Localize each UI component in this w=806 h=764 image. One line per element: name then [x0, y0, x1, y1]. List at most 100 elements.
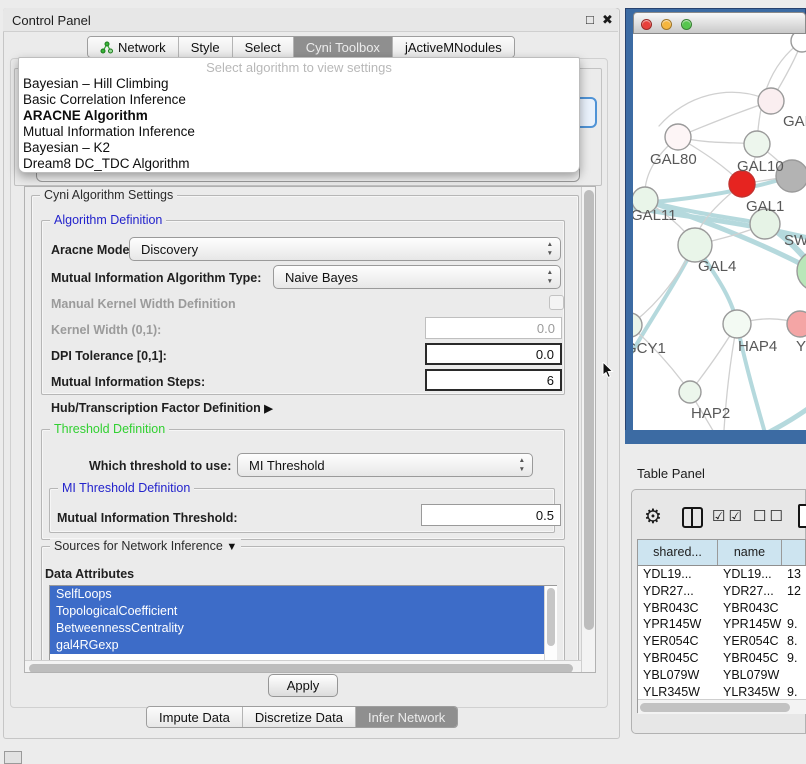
network-node[interactable]	[787, 311, 806, 337]
mi-threshold-group-title: MI Threshold Definition	[58, 481, 194, 495]
node-table-body: YDL19...YDL19...13YDR27...YDR27...12YBR0…	[638, 566, 806, 713]
dpi-tolerance-label: DPI Tolerance [0,1]:	[51, 349, 167, 363]
dpi-tolerance-input[interactable]	[425, 343, 562, 365]
collapsed-arrow-icon[interactable]: ▶	[264, 403, 272, 415]
close-traffic-light-icon[interactable]	[641, 19, 652, 30]
network-node[interactable]	[744, 131, 770, 157]
which-threshold-value: MI Threshold	[249, 458, 325, 473]
table-cell: YLR345W	[638, 684, 718, 701]
aracne-mode-combo[interactable]: Discovery ▲▼	[129, 237, 561, 261]
kernel-width-input[interactable]	[425, 317, 562, 339]
attribute-list-item[interactable]: TopologicalCoefficient	[50, 603, 556, 620]
data-attributes-label: Data Attributes	[45, 567, 134, 581]
table-row[interactable]: YDR27...YDR27...12	[638, 583, 806, 600]
deselect-all-icon[interactable]: ☐☐	[753, 507, 786, 525]
table-cell: 9.	[782, 616, 806, 633]
minimize-traffic-light-icon[interactable]	[661, 19, 672, 30]
document-icon[interactable]	[798, 504, 806, 528]
table-row[interactable]: YPR145WYPR145W9.	[638, 616, 806, 633]
column-header[interactable]: shared...	[638, 540, 718, 565]
close-window-icon[interactable]: ✖	[602, 12, 613, 28]
tab-cyni-toolbox[interactable]: Cyni Toolbox	[294, 37, 393, 57]
which-threshold-combo[interactable]: MI Threshold ▲▼	[237, 453, 533, 477]
tab-select[interactable]: Select	[233, 37, 294, 57]
column-header[interactable]: name	[718, 540, 782, 565]
network-edge[interactable]	[659, 92, 771, 126]
algorithm-option[interactable]: Mutual Information Inference	[19, 124, 579, 140]
mi-steps-input[interactable]	[425, 369, 562, 391]
node-label: Y	[796, 338, 806, 355]
network-node[interactable]	[665, 124, 691, 150]
horizontal-scrollbar-thumb[interactable]	[29, 664, 573, 673]
tab-discretize-data[interactable]: Discretize Data	[243, 707, 356, 727]
gear-icon[interactable]: ⚙	[644, 504, 662, 529]
node-table: shared...name YDL19...YDL19...13YDR27...…	[637, 539, 806, 713]
manual-kernel-width-checkbox[interactable]	[549, 295, 564, 310]
tab-network[interactable]: Network	[88, 37, 179, 57]
network-icon	[100, 41, 113, 54]
network-node[interactable]	[758, 88, 784, 114]
node-table-header: shared...name	[638, 540, 806, 566]
table-cell: 9.	[782, 684, 806, 701]
table-row[interactable]: YER054CYER054C8.	[638, 633, 806, 650]
table-row[interactable]: YBR045CYBR045C9.	[638, 650, 806, 667]
select-all-icon[interactable]: ☑☑	[712, 507, 745, 525]
table-row[interactable]: YBL079WYBL079W	[638, 667, 806, 684]
attributes-scrollbar-thumb[interactable]	[547, 588, 555, 646]
table-cell	[782, 600, 806, 617]
attribute-list-item[interactable]: SelfLoops	[50, 586, 556, 603]
tab-jactivemnodules[interactable]: jActiveMNodules	[393, 37, 514, 57]
mi-algorithm-type-combo[interactable]: Naive Bayes ▲▼	[273, 265, 561, 289]
table-cell: YER054C	[718, 633, 782, 650]
tab-impute-data[interactable]: Impute Data	[147, 707, 243, 727]
aracne-mode-value: Discovery	[141, 242, 198, 257]
sources-title[interactable]: Sources for Network Inference ▼	[50, 539, 241, 553]
hub-definition-label[interactable]: Hub/Transcription Factor Definition ▶	[51, 401, 273, 415]
network-edge[interactable]	[725, 402, 806, 430]
tab-style[interactable]: Style	[179, 37, 233, 57]
algorithm-option[interactable]: Basic Correlation Inference	[19, 92, 579, 108]
table-scrollbar-thumb[interactable]	[640, 703, 790, 712]
tab-infer-network[interactable]: Infer Network	[356, 707, 457, 727]
tab-label: Select	[245, 40, 281, 55]
mi-threshold-input[interactable]	[421, 504, 561, 526]
network-edge[interactable]	[633, 325, 690, 392]
control-panel-title: Control Panel	[12, 13, 91, 28]
minimized-panel-icon[interactable]	[4, 751, 22, 764]
algorithm-option[interactable]: Bayesian – Hill Climbing	[19, 76, 579, 92]
table-horizontal-scrollbar[interactable]	[638, 699, 806, 714]
table-cell: 8.	[782, 633, 806, 650]
tab-label: jActiveMNodules	[405, 40, 502, 55]
split-view-icon[interactable]	[682, 507, 703, 528]
network-node[interactable]	[678, 228, 712, 262]
vertical-scrollbar[interactable]	[581, 187, 596, 673]
network-node[interactable]	[791, 34, 806, 52]
network-node[interactable]	[679, 381, 701, 403]
attribute-list-item[interactable]: BetweennessCentrality	[50, 620, 556, 637]
network-window-titlebar[interactable]	[633, 12, 806, 34]
table-cell: YBL079W	[638, 667, 718, 684]
algorithm-option[interactable]: ARACNE Algorithm	[19, 108, 579, 124]
table-row[interactable]: YBR043CYBR043C	[638, 600, 806, 617]
vertical-scrollbar-thumb[interactable]	[584, 190, 594, 630]
table-cell: YDR27...	[638, 583, 718, 600]
zoom-traffic-light-icon[interactable]	[681, 19, 692, 30]
control-panel-tabs: NetworkStyle Select Cyni Toolbox jActiveMNo…	[87, 36, 515, 58]
network-node[interactable]	[723, 310, 751, 338]
algorithm-option[interactable]: Dream8 DC_TDC Algorithm	[19, 156, 579, 172]
float-window-icon[interactable]: □	[586, 12, 594, 27]
column-header[interactable]	[782, 540, 806, 565]
table-cell: YPR145W	[718, 616, 782, 633]
node-label: GCY1	[633, 340, 666, 357]
control-panel-titlebar[interactable]	[3, 8, 618, 32]
algorithm-option[interactable]: Bayesian – K2	[19, 140, 579, 156]
table-row[interactable]: YLR345WYLR345W9.	[638, 684, 806, 701]
attribute-list-item[interactable]: gal4RGexp	[50, 637, 556, 654]
table-cell: YDL19...	[638, 566, 718, 583]
network-canvas[interactable]: GALGAL80GAL10GAL1GAL11SWI4GAL4GCY1HAP4YH…	[633, 34, 806, 430]
sources-title-text: Sources for Network Inference	[54, 539, 223, 553]
horizontal-scrollbar[interactable]	[25, 660, 581, 673]
expanded-arrow-icon[interactable]: ▼	[226, 541, 237, 553]
apply-button[interactable]: Apply	[268, 674, 338, 697]
table-row[interactable]: YDL19...YDL19...13	[638, 566, 806, 583]
